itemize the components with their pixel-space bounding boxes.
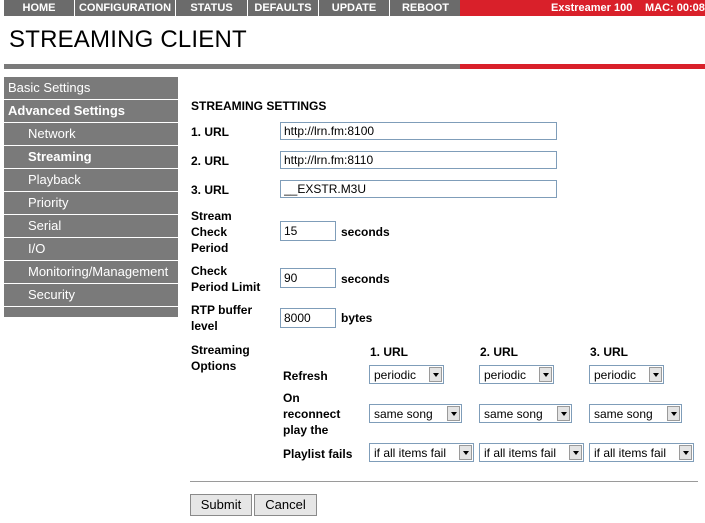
sidebar-item-io[interactable]: I/O [4, 238, 178, 260]
chevron-down-icon [447, 406, 460, 421]
sidebar-item-playback[interactable]: Playback [4, 169, 178, 191]
stream-check-label: Stream Check Period [191, 208, 232, 256]
check-limit-input[interactable] [280, 268, 336, 288]
sidebar-footer [4, 307, 178, 317]
top-nav: HOME CONFIGURATION STATUS DEFAULTS UPDAT… [4, 0, 462, 16]
stream-check-input[interactable] [280, 221, 336, 241]
page-title: STREAMING CLIENT [9, 26, 247, 53]
playlist-select-url2[interactable]: if all items fail [479, 443, 584, 462]
nav-reboot[interactable]: REBOOT [390, 0, 462, 16]
reconnect-label: On reconnect play the [283, 390, 340, 438]
stream-check-label-line: Stream [191, 209, 232, 223]
sidebar-item-basic-settings[interactable]: Basic Settings [4, 77, 178, 99]
check-limit-unit: seconds [341, 272, 390, 286]
reconnect-label-line: reconnect [283, 407, 341, 421]
chevron-down-icon [557, 406, 570, 421]
device-info-bar: Exstreamer 100 MAC: 00:08 [460, 0, 705, 16]
sidebar-item-streaming[interactable]: Streaming [4, 146, 178, 168]
chevron-down-icon [459, 445, 472, 460]
reconnect-select-value: same song [374, 407, 433, 421]
refresh-select-url1[interactable]: periodic [369, 365, 444, 384]
chevron-down-icon [569, 445, 582, 460]
reconnect-select-url1[interactable]: same song [369, 404, 462, 423]
rtp-buffer-label-line: RTP buffer [191, 303, 253, 317]
form-divider [190, 481, 698, 482]
col-head-url2: 2. URL [480, 345, 519, 359]
rtp-buffer-label: RTP buffer level [191, 302, 252, 334]
sidebar-item-priority[interactable]: Priority [4, 192, 178, 214]
url3-input[interactable] [280, 180, 557, 198]
sidebar-item-monitoring[interactable]: Monitoring/Management [4, 261, 178, 283]
col-head-url3: 3. URL [590, 345, 629, 359]
check-limit-label: Check Period Limit [191, 263, 260, 295]
section-title: STREAMING SETTINGS [191, 99, 327, 113]
mac-address: MAC: 00:08 [645, 2, 705, 14]
reconnect-label-line: play the [283, 423, 329, 437]
playlist-select-value: if all items fail [484, 446, 557, 460]
title-divider [4, 64, 460, 69]
chevron-down-icon [429, 367, 442, 382]
sidebar-item-security[interactable]: Security [4, 284, 178, 306]
chevron-down-icon [667, 406, 680, 421]
nav-status[interactable]: STATUS [176, 0, 248, 16]
sidebar-item-serial[interactable]: Serial [4, 215, 178, 237]
reconnect-select-url3[interactable]: same song [589, 404, 682, 423]
stream-check-label-line: Period [191, 241, 229, 255]
playlist-select-value: if all items fail [374, 446, 447, 460]
nav-configuration[interactable]: CONFIGURATION [75, 0, 176, 16]
refresh-select-url2[interactable]: periodic [479, 365, 554, 384]
sidebar: Basic Settings Advanced Settings Network… [4, 77, 178, 317]
url2-input[interactable] [280, 151, 557, 169]
playlist-select-url1[interactable]: if all items fail [369, 443, 474, 462]
top-bar: HOME CONFIGURATION STATUS DEFAULTS UPDAT… [0, 0, 705, 16]
submit-button[interactable]: Submit [190, 494, 252, 516]
sidebar-item-advanced-settings[interactable]: Advanced Settings [4, 100, 178, 122]
check-limit-label-line: Check [191, 264, 228, 278]
stream-check-label-line: Check [191, 225, 228, 239]
refresh-select-url3[interactable]: periodic [589, 365, 664, 384]
rtp-buffer-label-line: level [191, 319, 218, 333]
refresh-select-value: periodic [374, 368, 417, 382]
check-limit-label-line: Period Limit [191, 280, 261, 294]
refresh-select-value: periodic [594, 368, 637, 382]
refresh-select-value: periodic [484, 368, 527, 382]
device-name: Exstreamer 100 [551, 2, 633, 14]
playlist-select-value: if all items fail [594, 446, 667, 460]
rtp-buffer-input[interactable] [280, 308, 336, 328]
url1-label: 1. URL [191, 125, 230, 139]
chevron-down-icon [679, 445, 692, 460]
streaming-options-label: Streaming Options [191, 342, 250, 374]
url1-input[interactable] [280, 122, 557, 140]
url2-label: 2. URL [191, 154, 230, 168]
nav-update[interactable]: UPDATE [319, 0, 390, 16]
reconnect-select-value: same song [594, 407, 653, 421]
stream-check-unit: seconds [341, 225, 390, 239]
refresh-label: Refresh [283, 369, 328, 383]
chevron-down-icon [539, 367, 552, 382]
reconnect-label-line: On [283, 391, 300, 405]
url3-label: 3. URL [191, 183, 230, 197]
nav-defaults[interactable]: DEFAULTS [248, 0, 319, 16]
reconnect-select-value: same song [484, 407, 543, 421]
playlist-select-url3[interactable]: if all items fail [589, 443, 694, 462]
cancel-button[interactable]: Cancel [254, 494, 317, 516]
nav-home[interactable]: HOME [4, 0, 75, 16]
sidebar-item-network[interactable]: Network [4, 123, 178, 145]
rtp-buffer-unit: bytes [341, 311, 373, 325]
chevron-down-icon [649, 367, 662, 382]
streaming-options-label-line: Streaming [191, 343, 250, 357]
streaming-options-label-line: Options [191, 359, 237, 373]
col-head-url1: 1. URL [370, 345, 409, 359]
title-divider-accent [460, 64, 705, 69]
playlist-label: Playlist fails [283, 447, 353, 461]
reconnect-select-url2[interactable]: same song [479, 404, 572, 423]
